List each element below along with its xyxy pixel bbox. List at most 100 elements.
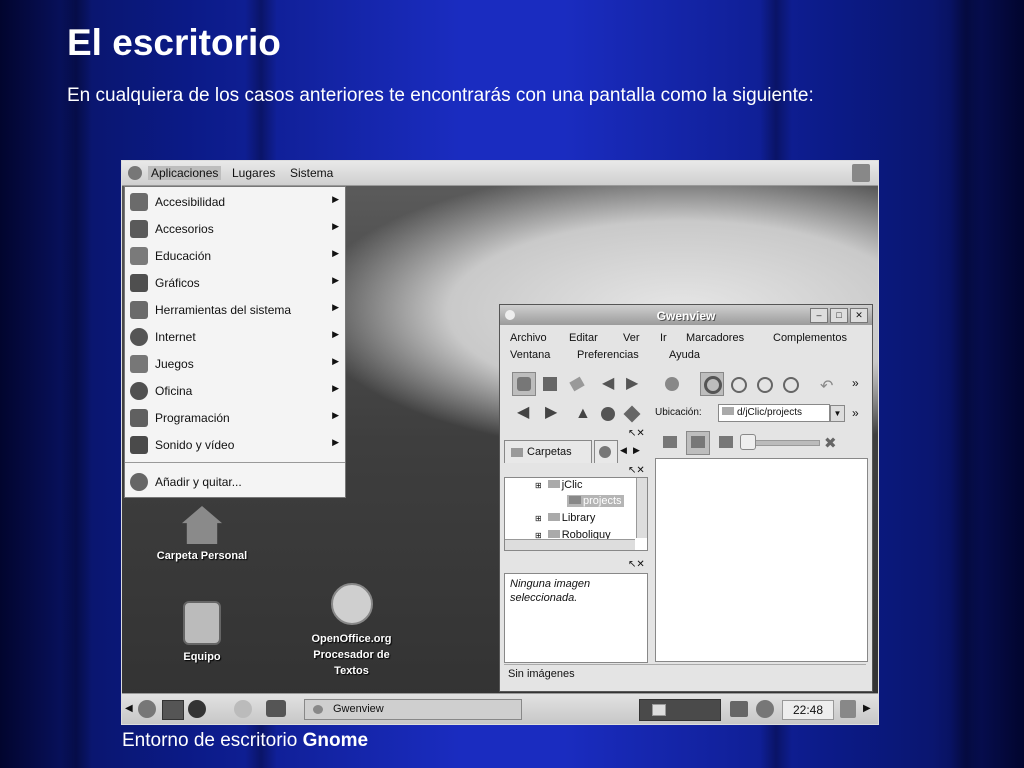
- menu-item-programacion[interactable]: Programación ▶: [125, 406, 345, 430]
- back-icon[interactable]: ◀: [514, 402, 538, 426]
- maximize-icon[interactable]: □: [830, 308, 848, 323]
- top-panel: Aplicaciones Lugares Sistema: [122, 161, 878, 186]
- clock[interactable]: 22:48: [782, 700, 834, 720]
- zoom-reset-icon[interactable]: [778, 372, 802, 396]
- internet-icon: [130, 328, 148, 346]
- thumbnail-large-icon[interactable]: [714, 431, 738, 455]
- menu-item-internet[interactable]: Internet ▶: [125, 325, 345, 349]
- tree-close-icon[interactable]: ↖✕: [628, 465, 645, 476]
- menu-ver[interactable]: Ver: [623, 332, 640, 344]
- menu-archivo[interactable]: Archivo: [510, 332, 547, 344]
- menu-editar[interactable]: Editar: [569, 332, 598, 344]
- home-icon[interactable]: [596, 402, 620, 426]
- menu-complementos[interactable]: Complementos: [773, 332, 847, 344]
- tab-scroll-right-icon[interactable]: ▶: [633, 445, 640, 456]
- image-info-panel: Ninguna imagen seleccionada.: [504, 573, 648, 663]
- info-close-icon[interactable]: ↖✕: [628, 559, 645, 570]
- rotate-icon[interactable]: [660, 372, 684, 396]
- folder-icon: [547, 480, 560, 488]
- menu-lugares[interactable]: Lugares: [232, 166, 275, 180]
- browse-icon[interactable]: [512, 372, 536, 396]
- menu-ventana[interactable]: Ventana: [510, 349, 550, 361]
- panel-scroll-left-icon[interactable]: ◀: [125, 703, 133, 714]
- zoom-fit-icon[interactable]: [700, 372, 724, 396]
- thumbnail-small-icon[interactable]: [658, 431, 682, 455]
- tree-item-jclic[interactable]: ⊞ jClic: [535, 479, 582, 491]
- zoom-in-icon[interactable]: [726, 372, 750, 396]
- menu-sistema[interactable]: Sistema: [290, 166, 333, 180]
- window-titlebar[interactable]: Gwenview – □ ✕: [500, 305, 872, 325]
- tab-secondary[interactable]: [594, 440, 618, 463]
- undo-icon[interactable]: ↶: [816, 372, 840, 396]
- firefox-launcher-icon[interactable]: [138, 700, 156, 718]
- zoom-out-icon[interactable]: [752, 372, 776, 396]
- launcher-icon[interactable]: [234, 700, 252, 718]
- menu-item-herramientas[interactable]: Herramientas del sistema ▶: [125, 298, 345, 322]
- tree-vscrollbar[interactable]: [636, 478, 647, 538]
- panel-close-icon[interactable]: ↖✕: [628, 428, 645, 439]
- expand-icon: ⊞: [535, 514, 542, 523]
- tree-item-projects[interactable]: projects: [567, 495, 624, 507]
- browser-launcher-icon[interactable]: [188, 700, 206, 718]
- menu-item-anadir-quitar[interactable]: Añadir y quitar...: [125, 470, 345, 494]
- camera-launcher-icon[interactable]: [266, 700, 286, 717]
- menu-aplicaciones[interactable]: Aplicaciones: [148, 166, 222, 180]
- desktop-icon-home[interactable]: Carpeta Personal: [142, 506, 262, 562]
- minimize-icon[interactable]: –: [810, 308, 828, 323]
- desktop-icon-computer[interactable]: Equipo: [162, 601, 242, 663]
- menu-preferencias[interactable]: Preferencias: [577, 349, 639, 361]
- status-bar: Sin imágenes: [504, 664, 866, 683]
- menu-ayuda[interactable]: Ayuda: [669, 349, 700, 361]
- volume-icon[interactable]: [756, 700, 774, 718]
- taskbar-gwenview[interactable]: Gwenview: [304, 699, 522, 720]
- folder-tree: ⊞ jClic projects ⊞ Library ⊞ Roboliguy: [504, 477, 648, 551]
- submenu-arrow-icon: ▶: [332, 383, 339, 393]
- location-input[interactable]: d/jClic/projects: [718, 404, 830, 422]
- trash-icon[interactable]: [840, 700, 856, 718]
- fullscreen-icon[interactable]: [538, 372, 562, 396]
- image-view-area[interactable]: [655, 458, 868, 662]
- submenu-arrow-icon: ▶: [332, 248, 339, 258]
- tree-item-roboliguy[interactable]: ⊞ Roboliguy: [535, 529, 611, 539]
- location-dropdown-icon[interactable]: ▼: [830, 405, 845, 422]
- folder-icon: [547, 513, 560, 521]
- previous-icon[interactable]: ◀: [598, 372, 622, 396]
- menu-item-accesorios[interactable]: Accesorios ▶: [125, 217, 345, 241]
- tree-item-library[interactable]: ⊞ Library: [535, 512, 595, 524]
- gnome-foot-icon[interactable]: [128, 166, 142, 180]
- menu-marcadores[interactable]: Marcadores: [686, 332, 744, 344]
- panel-scroll-right-icon[interactable]: ▶: [863, 703, 871, 714]
- workspace-switcher[interactable]: [639, 699, 721, 721]
- menu-item-accesibilidad[interactable]: Accesibilidad ▶: [125, 190, 345, 214]
- next-icon[interactable]: ▶: [622, 372, 646, 396]
- clear-location-icon[interactable]: [620, 402, 644, 426]
- tree-hscrollbar[interactable]: [505, 539, 635, 550]
- submenu-arrow-icon: ▶: [332, 302, 339, 312]
- forward-icon[interactable]: ▶: [542, 402, 566, 426]
- menu-item-educacion[interactable]: Educación ▶: [125, 244, 345, 268]
- eraser-icon[interactable]: [564, 372, 588, 396]
- tools-icon[interactable]: ✖: [824, 434, 837, 452]
- openoffice-writer-icon: [330, 583, 373, 625]
- menu-item-graficos[interactable]: Gráficos ▶: [125, 271, 345, 295]
- submenu-arrow-icon: ▶: [332, 221, 339, 231]
- desktop-icon-openoffice[interactable]: OpenOffice.org Procesador de Textos: [294, 583, 409, 679]
- toolbar2-overflow-icon[interactable]: »: [852, 406, 859, 420]
- panel-applet-icon[interactable]: [852, 164, 870, 182]
- programming-icon: [130, 409, 148, 427]
- menu-item-oficina[interactable]: Oficina ▶: [125, 379, 345, 403]
- menu-item-sonido-video[interactable]: Sonido y vídeo ▶: [125, 433, 345, 457]
- menu-ir[interactable]: Ir: [660, 332, 667, 344]
- submenu-arrow-icon: ▶: [332, 329, 339, 339]
- menu-item-juegos[interactable]: Juegos ▶: [125, 352, 345, 376]
- thumbnail-medium-icon[interactable]: [686, 431, 710, 455]
- network-icon[interactable]: [730, 701, 748, 717]
- show-desktop-icon[interactable]: [162, 700, 184, 720]
- tab-scroll-left-icon[interactable]: ◀: [620, 445, 627, 456]
- slider-handle[interactable]: [740, 434, 756, 450]
- toolbar-overflow-icon[interactable]: »: [852, 376, 859, 390]
- tab-carpetas[interactable]: Carpetas: [504, 440, 592, 463]
- up-icon[interactable]: ▲: [570, 402, 594, 426]
- close-icon[interactable]: ✕: [850, 308, 868, 323]
- workspace-1[interactable]: [652, 704, 666, 716]
